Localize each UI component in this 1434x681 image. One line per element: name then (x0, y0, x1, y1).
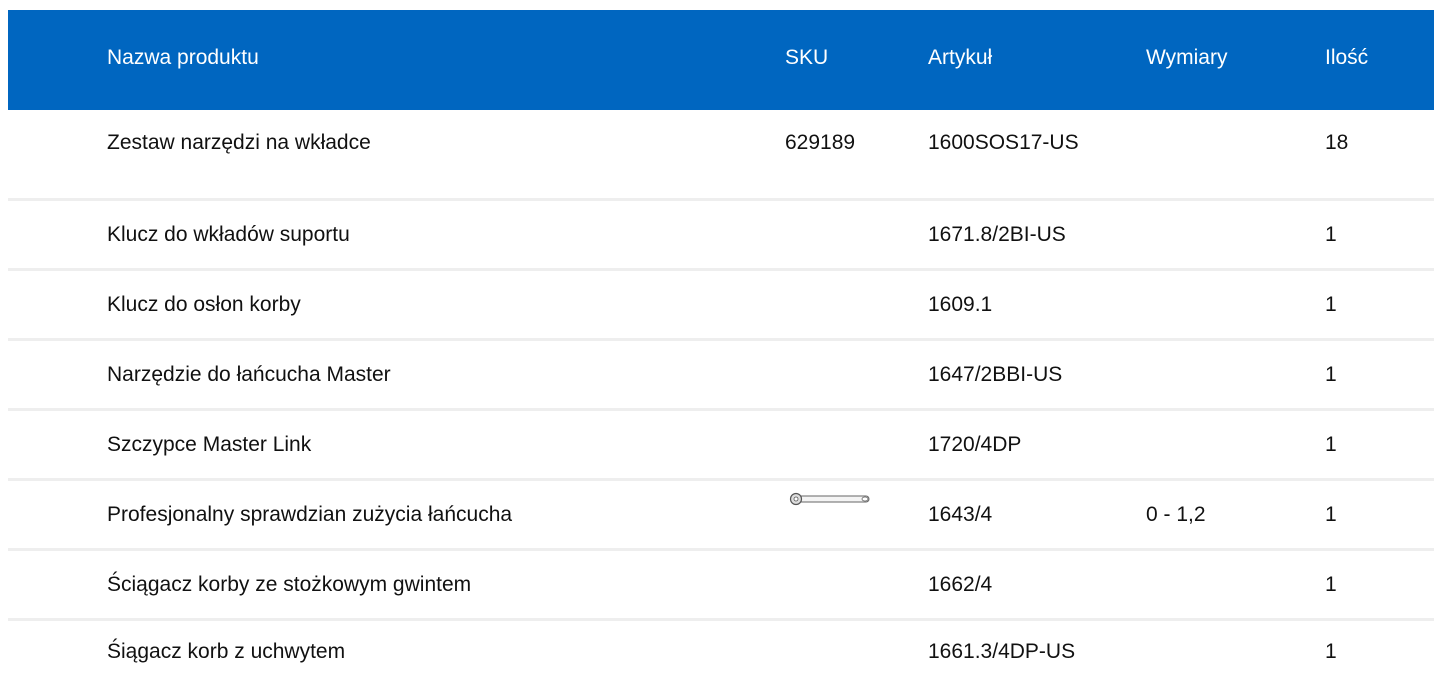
product-table: Nazwa produktu SKU Artykuł Wymiary Ilość… (8, 10, 1434, 681)
cell-article: 1609.1 (928, 293, 993, 316)
cell-product-name: Ściągacz korby ze stożkowym gwintem (107, 573, 472, 596)
cell-quantity: 1 (1325, 573, 1337, 596)
table-row: Klucz do wkładów suportu 1671.8/2BI-US 1 (8, 201, 1434, 268)
table-row: Zestaw narzędzi na wkładce 629189 1600SO… (8, 110, 1434, 198)
cell-product-name: Profesjonalny sprawdzian zużycia łańcuch… (107, 503, 513, 526)
cell-sku: 629189 (785, 131, 856, 154)
cell-quantity: 1 (1325, 640, 1337, 663)
cell-dimensions: 0 - 1,2 (1146, 503, 1206, 526)
cell-article: 1720/4DP (928, 433, 1022, 456)
cell-article: 1643/4 (928, 503, 993, 526)
cell-quantity: 18 (1325, 131, 1349, 154)
column-header-name[interactable]: Nazwa produktu (107, 46, 259, 70)
table-row: Szczypce Master Link 1720/4DP 1 (8, 411, 1434, 478)
cell-quantity: 1 (1325, 293, 1337, 316)
table-row: Śiągacz korb z uchwytem 1661.3/4DP-US 1 (8, 621, 1434, 681)
table-row: Profesjonalny sprawdzian zużycia łańcuch… (8, 481, 1434, 548)
cell-product-name: Klucz do osłon korby (107, 293, 301, 316)
cell-quantity: 1 (1325, 433, 1337, 456)
cell-quantity: 1 (1325, 503, 1337, 526)
cell-article: 1647/2BBI-US (928, 363, 1063, 386)
cell-product-name: Śiągacz korb z uchwytem (107, 640, 346, 663)
table-row: Klucz do osłon korby 1609.1 1 (8, 271, 1434, 338)
cell-product-name: Zestaw narzędzi na wkładce (107, 131, 371, 154)
cell-article: 1600SOS17-US (928, 131, 1079, 154)
cell-article: 1662/4 (928, 573, 993, 596)
cell-quantity: 1 (1325, 363, 1337, 386)
cell-product-name: Narzędzie do łańcucha Master (107, 363, 391, 386)
table-row: Ściągacz korby ze stożkowym gwintem 1662… (8, 551, 1434, 618)
chain-wear-gauge-icon[interactable] (787, 492, 871, 506)
table-header: Nazwa produktu SKU Artykuł Wymiary Ilość (8, 10, 1434, 110)
cell-article: 1671.8/2BI-US (928, 223, 1066, 246)
column-header-dimensions[interactable]: Wymiary (1146, 46, 1227, 70)
column-header-quantity[interactable]: Ilość (1325, 46, 1368, 70)
cell-article: 1661.3/4DP-US (928, 640, 1076, 663)
table-row: Narzędzie do łańcucha Master 1647/2BBI-U… (8, 341, 1434, 408)
column-header-article[interactable]: Artykuł (928, 46, 992, 70)
cell-quantity: 1 (1325, 223, 1337, 246)
cell-product-name: Klucz do wkładów suportu (107, 223, 350, 246)
cell-product-name: Szczypce Master Link (107, 433, 312, 456)
column-header-sku[interactable]: SKU (785, 46, 828, 70)
